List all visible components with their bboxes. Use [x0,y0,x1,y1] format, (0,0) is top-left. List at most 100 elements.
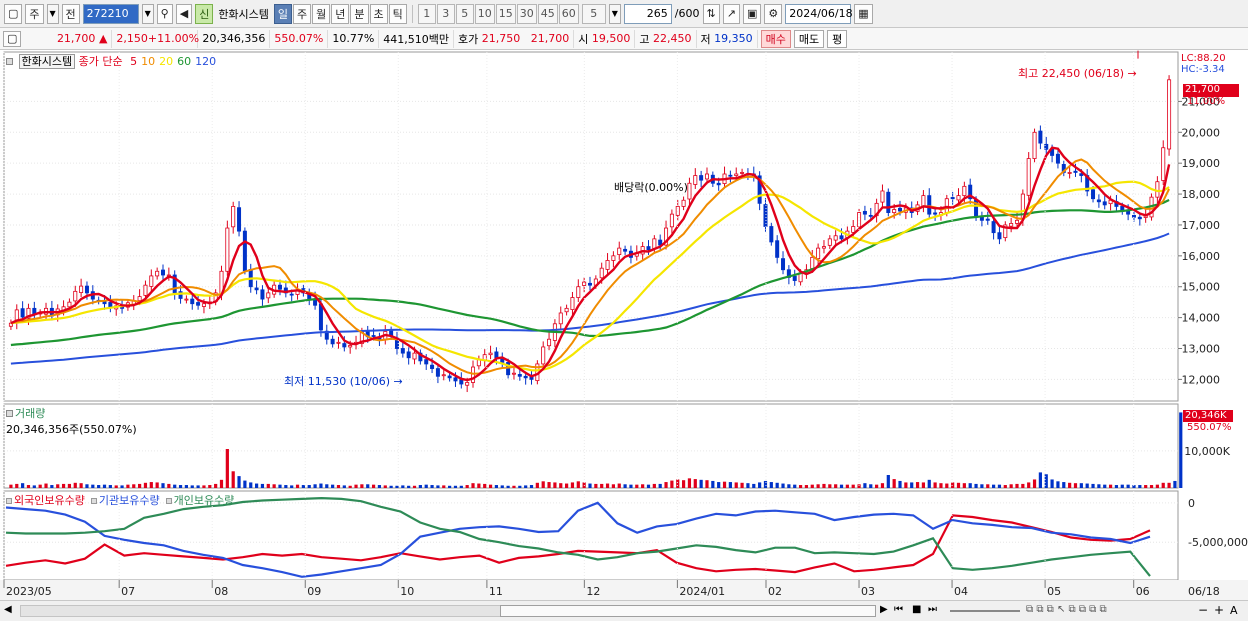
candle-body [862,210,867,215]
candle-body [342,343,347,348]
period-button[interactable]: 일 [273,3,293,24]
save-icon[interactable]: ▣ [742,3,762,24]
volume-bar [97,485,101,488]
prev-button[interactable]: 전 [61,3,80,24]
period-button[interactable]: 분 [350,3,369,24]
chart-tool-icon[interactable]: ↗ [722,3,740,24]
volume-bar [635,484,639,488]
market-dropdown-icon[interactable]: ▼ [46,3,59,24]
volume-bar [173,484,177,488]
interval-button[interactable]: 3 [436,3,455,24]
horizontal-scrollbar[interactable]: ◀ ▶ ⏮ ■ ⏭ ⧉ ⧉ ⧉ ↖ ⧉ ⧉ ⧉ ⧉ − + A [0,600,1248,621]
toolbar: ▢ 주 ▼ 전 272210 ▼ ⚲ ◀ 신 한화시스템 일주월년분초틱 135… [0,0,1248,28]
scroll-left-icon[interactable]: ◀ [4,604,12,615]
interval-button[interactable]: 10 [474,3,495,24]
scroll-right-icon[interactable]: ▶ [880,604,888,615]
volume-bar [132,484,136,488]
volume-bar [518,485,522,488]
ma-legend-item: 60 [177,55,192,68]
candle-body [1026,158,1031,196]
candle-body [652,238,657,249]
volume-bar [424,484,428,488]
ma-legend-item: 120 [195,55,217,68]
volume-bar [430,485,434,488]
volume-bar [44,483,48,488]
count-input[interactable]: 265 [623,3,672,24]
forward-icon[interactable]: ⏭ [928,604,937,615]
buy-button[interactable]: 매수 [760,29,791,48]
candle-body [225,227,230,272]
volume-bar [1056,481,1060,488]
low-price: 저 19,350 [697,29,758,48]
interval-button[interactable]: 15 [495,3,516,24]
x-tick-label: 05 [1047,585,1061,598]
zoom-out-icon[interactable]: − [1198,603,1208,617]
chart-area[interactable]: 12,000 13,000 14,000 15,000 16,000 17,000 18,0… [0,50,1248,600]
chart-tools-icon[interactable]: ⧉ ⧉ ⧉ ↖ ⧉ ⧉ ⧉ ⧉ [1026,604,1107,615]
scroll-thumb[interactable] [500,605,876,617]
interval-button[interactable]: 60 [558,3,579,24]
candle-body [880,190,885,203]
legend-stock-name: 한화시스템 [18,54,76,69]
candle-body [318,303,323,331]
x-tick-label: 06 [1136,585,1150,598]
y-tick-label: 10,000K [1184,445,1230,458]
candle-body [453,377,458,382]
candle-body [997,232,1002,240]
stop-icon[interactable]: ■ [912,604,921,615]
speaker-icon[interactable]: ◀ [175,3,193,24]
interval-select[interactable]: 5 [581,3,606,24]
candle-body [73,290,78,302]
volume-bar [594,483,598,488]
candle-body [898,207,903,212]
zoom-slider[interactable] [950,610,1020,612]
interval-button[interactable]: 45 [537,3,558,24]
volume-bar [570,482,575,488]
code-dropdown-icon[interactable]: ▼ [141,3,154,24]
settings-arrows-icon[interactable]: ⇅ [702,3,720,24]
period-button[interactable]: 틱 [388,3,407,24]
candle-body [576,286,581,298]
eval-button[interactable]: 평 [827,29,848,48]
period-button[interactable]: 주 [293,3,312,24]
volume-bar [822,483,826,488]
volume-bar [278,484,282,488]
stock-code-input[interactable]: 272210 [82,3,139,24]
interval-dropdown-icon[interactable]: ▼ [608,3,621,24]
x-tick-label: 2023/05 [6,585,52,598]
window-icon[interactable]: ▢ [4,3,23,24]
volume-bar [231,471,235,488]
volume-bar [407,485,411,488]
calendar-icon[interactable]: ▦ [854,3,873,24]
candle-body [541,346,546,365]
volume-bar [67,483,72,488]
search-icon[interactable]: ⚲ [156,3,173,24]
candle-body [155,270,160,277]
candle-body [149,275,154,287]
x-tick-label: 10 [400,585,414,598]
interval-button[interactable]: 1 [417,3,436,24]
auto-scale-icon[interactable]: A [1230,604,1238,617]
market-select[interactable]: 주 [25,3,44,24]
volume-bar [442,485,446,488]
period-button[interactable]: 년 [331,3,350,24]
volume-bar [354,484,358,488]
volume-legend-value: 20,346,356주(550.07%) [6,423,137,436]
candle-body [611,255,616,261]
interval-button[interactable]: 5 [455,3,474,24]
dividend-annotation: 배당락(0.00%) [614,181,688,194]
zoom-in-icon[interactable]: + [1214,603,1224,617]
gear-icon[interactable]: ⚙ [764,3,783,24]
date-input[interactable]: 2024/06/18 [785,3,853,24]
period-button[interactable]: 초 [369,3,388,24]
interval-button[interactable]: 30 [516,3,537,24]
candle-body [1073,170,1078,173]
volume-bar [810,484,814,488]
volume-bar [652,483,656,488]
candle-body [781,258,786,271]
link-icon[interactable]: ▢ [3,30,22,47]
rewind-icon[interactable]: ⏮ [894,604,903,615]
period-button[interactable]: 월 [312,3,331,24]
volume-bar [1038,472,1042,488]
sell-button[interactable]: 매도 [793,29,825,48]
